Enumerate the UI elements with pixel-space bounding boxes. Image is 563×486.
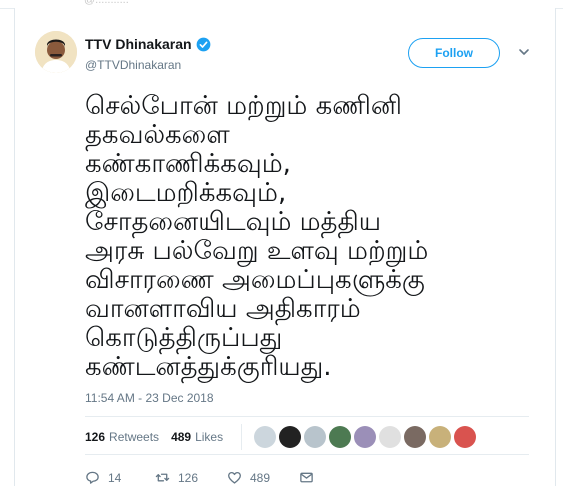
avatar[interactable] [35, 31, 77, 73]
verified-icon [196, 37, 210, 51]
liker-avatars [254, 426, 479, 448]
liker-avatar[interactable] [454, 426, 476, 448]
stats-separator [241, 424, 242, 450]
tweet-line: வானளாவிய அதிகாரம் [85, 294, 361, 324]
tweet-line: கொடுத்திருப்பது [85, 323, 283, 353]
reply-button[interactable]: 14 [85, 470, 155, 485]
message-button[interactable] [299, 470, 322, 485]
liker-avatar[interactable] [304, 426, 326, 448]
tweet-line: அரசு பல்வேறு உளவு மற்றும் [85, 236, 429, 266]
header-fragment: @........... [84, 0, 129, 6]
engagement-stats: 126 Retweets 489 Likes [85, 430, 223, 444]
retweet-icon [155, 473, 170, 482]
tweet-line: கண்காணிக்கவும், [85, 149, 291, 179]
tweet-text: செல்போன் மற்றும் கணினி தகவல்களை கண்காணிக… [85, 92, 547, 382]
tweet-line: விசாரணை அமைப்புகளுக்கு [85, 265, 425, 295]
tweet-actions: 14 126 489 [85, 470, 322, 485]
follow-button[interactable]: Follow [408, 38, 500, 68]
liker-avatar[interactable] [254, 426, 276, 448]
retweet-button[interactable]: 126 [155, 470, 227, 485]
liker-avatar[interactable] [404, 426, 426, 448]
chevron-down-icon[interactable] [518, 46, 530, 58]
tweet-line: சோதனையிடவும் மத்திய [85, 207, 382, 237]
like-stat[interactable]: 489 Likes [171, 430, 223, 444]
tweet-line: செல்போன் மற்றும் கணினி [85, 91, 403, 121]
liker-avatar[interactable] [279, 426, 301, 448]
retweet-count: 126 [178, 470, 199, 485]
divider [85, 416, 529, 417]
tweet-line: கண்டனத்துக்குரியது. [85, 352, 332, 382]
message-icon [300, 472, 313, 483]
name-row: TTV Dhinakaran [85, 36, 211, 52]
tweet-card: TTV Dhinakaran @TTVDhinakaran Follow செல… [14, 8, 556, 486]
reply-icon [86, 471, 99, 484]
tweet-line: தகவல்களை [85, 120, 230, 150]
like-icon [228, 471, 241, 484]
like-button[interactable]: 489 [227, 470, 299, 485]
liker-avatar[interactable] [429, 426, 451, 448]
user-name[interactable]: TTV Dhinakaran [85, 36, 192, 52]
retweet-stat[interactable]: 126 Retweets [85, 430, 159, 444]
user-handle[interactable]: @TTVDhinakaran [85, 58, 181, 72]
liker-avatar[interactable] [329, 426, 351, 448]
liker-avatar[interactable] [354, 426, 376, 448]
reply-count: 14 [108, 470, 122, 485]
tweet-line: இடைமறிக்கவும், [85, 178, 287, 208]
timestamp[interactable]: 11:54 AM - 23 Dec 2018 [85, 391, 214, 405]
divider [85, 454, 529, 455]
liker-avatar[interactable] [379, 426, 401, 448]
like-count: 489 [250, 470, 271, 485]
